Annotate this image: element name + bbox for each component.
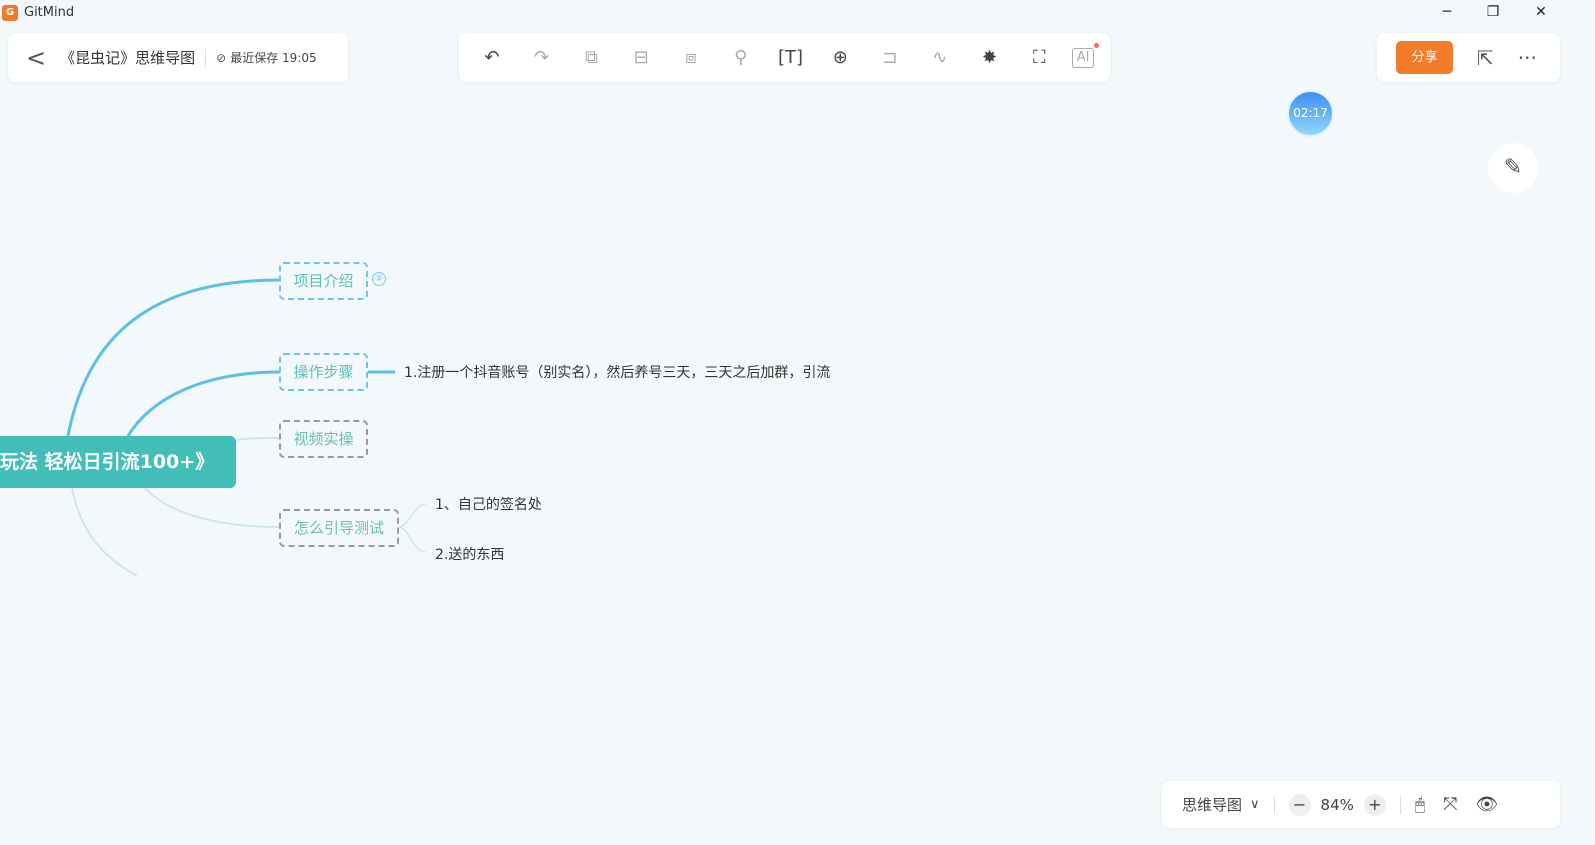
leaf-node[interactable]: 1.注册一个抖音账号（别实名），然后养号三天，三天之后加群，引流 — [404, 362, 830, 382]
zoom-level: 84% — [1320, 795, 1354, 814]
root-node[interactable]: 玩法 轻松日引流100+》 — [0, 436, 236, 488]
branch-line — [235, 437, 281, 441]
chevron-down-icon[interactable]: ∨ — [1250, 797, 1260, 812]
fit-screen-icon[interactable]: ⤧ — [1443, 794, 1457, 815]
branch-line — [126, 370, 281, 437]
branch-line — [144, 487, 281, 528]
branch-line — [71, 487, 138, 577]
leaf-node[interactable]: 2.送的东西 — [435, 544, 504, 564]
node-video[interactable]: 视频实操 — [279, 420, 368, 458]
collapsed-count-badge[interactable]: ⑨ — [372, 272, 386, 286]
node-steps[interactable]: 操作步骤 — [279, 353, 368, 391]
mouse-mode-icon[interactable]: 🖱 — [1415, 795, 1425, 815]
mode-select[interactable]: 思维导图 — [1182, 794, 1242, 815]
eye-icon[interactable]: 👁 — [1475, 794, 1498, 815]
branch-line — [397, 503, 427, 528]
zoom-in-button[interactable]: + — [1363, 793, 1386, 816]
node-project-intro[interactable]: 项目介绍 — [279, 262, 368, 300]
branch-line — [397, 526, 427, 553]
leaf-node[interactable]: 1、自己的签名处 — [435, 494, 542, 514]
bottom-bar: 思维导图 ∨ − 84% + 🖱 ⤧ 👁 — [1162, 781, 1560, 828]
mindmap-connectors — [66, 278, 427, 577]
divider — [1273, 795, 1275, 814]
zoom-out-button[interactable]: − — [1288, 793, 1311, 816]
branch-line — [66, 278, 281, 437]
node-guide-test[interactable]: 怎么引导测试 — [279, 509, 399, 547]
divider — [1399, 795, 1401, 814]
